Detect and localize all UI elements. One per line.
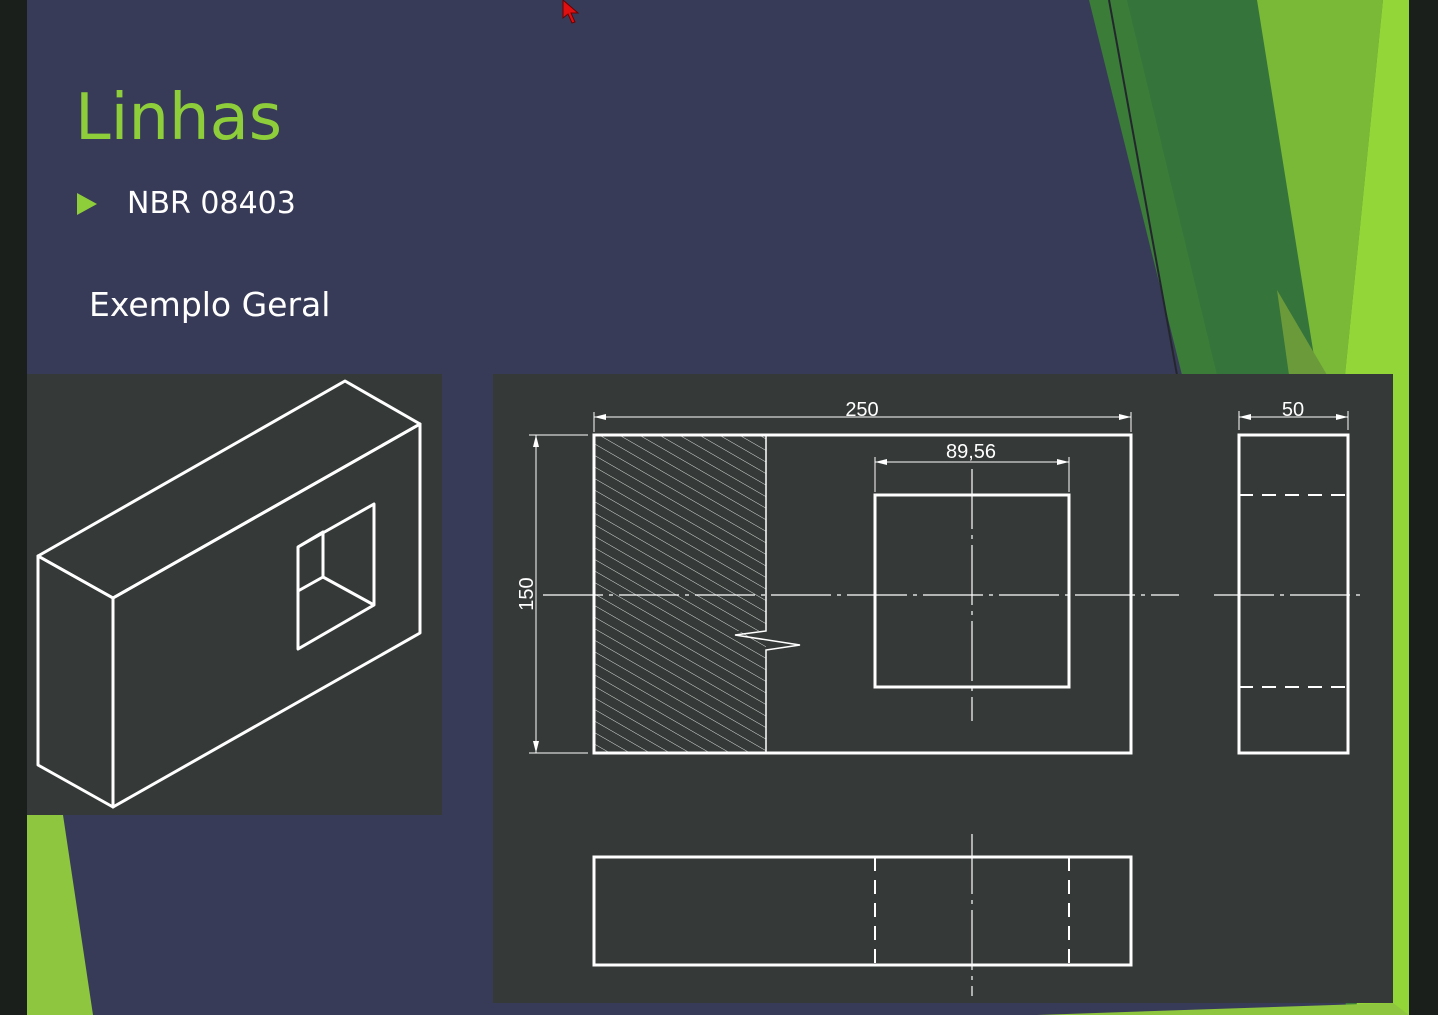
dimension-width-label: 250 <box>845 399 878 421</box>
mouse-pointer-icon <box>562 0 580 24</box>
bullet-text: NBR 08403 <box>127 186 296 221</box>
slide-title: Linhas <box>75 81 283 155</box>
iso-front-face <box>111 422 422 809</box>
dimension-height-label: 150 <box>516 577 538 610</box>
orthographic-drawing: 250 89,56 150 50 <box>516 399 1363 996</box>
iso-top-face <box>36 379 422 600</box>
top-view-outline <box>592 855 1133 967</box>
iso-opening <box>296 502 376 651</box>
triangle-right-icon <box>77 192 97 215</box>
slide: Linhas NBR 08403 Exemplo Geral 250 89,56… <box>27 0 1409 1015</box>
side-view-outline <box>1237 433 1350 755</box>
dimension-depth-label: 50 <box>1282 399 1304 421</box>
iso-side-face <box>36 554 115 809</box>
iso-opening-inner <box>297 530 375 607</box>
isometric-drawing-panel <box>27 374 442 815</box>
section-subheading: Exemplo Geral <box>89 285 331 324</box>
dimension-opening-label: 89,56 <box>946 441 996 463</box>
bullet-list-item: NBR 08403 <box>77 186 296 221</box>
isometric-drawing <box>36 379 422 809</box>
section-hatching <box>594 435 768 753</box>
technical-drawing-panel: 250 89,56 150 50 <box>493 374 1393 1003</box>
